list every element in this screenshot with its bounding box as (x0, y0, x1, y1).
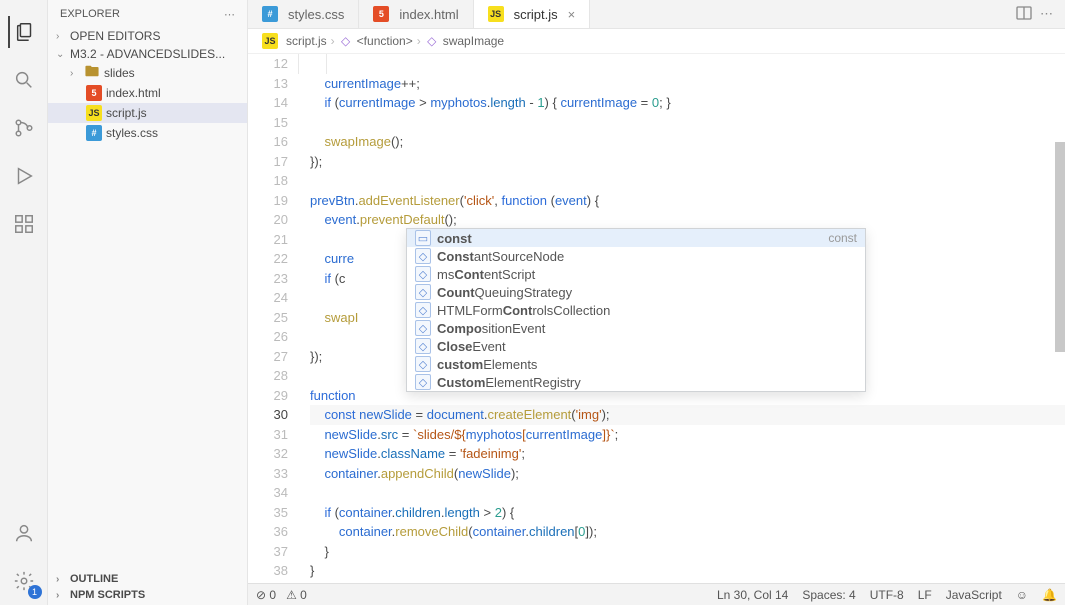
sidebar-more-icon[interactable]: ⋯ (224, 8, 235, 21)
warnings-count[interactable]: ⚠ 0 (286, 588, 307, 602)
main-area: #styles.css 5index.html JSscript.js× ⋯ J… (248, 0, 1065, 605)
npm-scripts-section[interactable]: ›NPM SCRIPTS (48, 587, 247, 603)
source-control-icon[interactable] (8, 112, 40, 144)
suggest-kind-icon: ▭ (415, 230, 431, 246)
suggest-item[interactable]: ◇HTMLFormControlsCollection (407, 301, 865, 319)
folder-icon: 🖿 (84, 65, 100, 81)
encoding[interactable]: UTF-8 (870, 588, 904, 602)
file-styles-css[interactable]: #styles.css (48, 123, 247, 143)
notifications-icon[interactable]: 🔔 (1042, 588, 1057, 602)
suggest-item[interactable]: ◇CompositionEvent (407, 319, 865, 337)
breadcrumb[interactable]: JS script.js › ◇ <function> › ◇ swapImag… (248, 29, 1065, 54)
folder-slides[interactable]: ›🖿slides (48, 63, 247, 83)
method-icon: ◇ (339, 34, 353, 48)
errors-count[interactable]: ⊘ 0 (256, 588, 276, 602)
html-icon: 5 (86, 85, 102, 101)
run-debug-icon[interactable] (8, 160, 40, 192)
search-icon[interactable] (8, 64, 40, 96)
js-icon: JS (488, 6, 504, 22)
extensions-icon[interactable] (8, 208, 40, 240)
files-icon[interactable] (8, 16, 40, 48)
suggest-kind-icon: ◇ (415, 320, 431, 336)
file-script-js[interactable]: JSscript.js (48, 103, 247, 123)
code-editor[interactable]: 1213141516171819202122232425262728293031… (248, 54, 1065, 583)
suggest-kind-icon: ◇ (415, 374, 431, 390)
chevron-right-icon: › (331, 34, 335, 48)
suggest-kind-icon: ◇ (415, 248, 431, 264)
tab-styles-css[interactable]: #styles.css (248, 0, 359, 28)
suggest-item[interactable]: ◇customElements (407, 355, 865, 373)
split-editor-icon[interactable] (1016, 5, 1032, 24)
suggest-item[interactable]: ▭constconst (407, 229, 865, 247)
activity-bar (0, 0, 48, 605)
suggest-kind-icon: ◇ (415, 338, 431, 354)
line-numbers: 1213141516171819202122232425262728293031… (248, 54, 298, 583)
sidebar-title: EXPLORER (60, 8, 120, 21)
tab-script-js[interactable]: JSscript.js× (474, 0, 591, 28)
file-index-html[interactable]: 5index.html (48, 83, 247, 103)
suggest-item[interactable]: ◇msContentScript (407, 265, 865, 283)
explorer-sidebar: EXPLORER ⋯ ›OPEN EDITORS ⌄M3.2 - ADVANCE… (48, 0, 248, 605)
css-icon: # (86, 125, 102, 141)
project-section[interactable]: ⌄M3.2 - ADVANCEDSLIDES... (48, 45, 247, 63)
js-icon: JS (86, 105, 102, 121)
suggest-kind-icon: ◇ (415, 284, 431, 300)
chevron-right-icon: › (417, 34, 421, 48)
account-icon[interactable] (8, 517, 40, 549)
suggest-item[interactable]: ◇CloseEvent (407, 337, 865, 355)
more-actions-icon[interactable]: ⋯ (1040, 6, 1053, 22)
close-icon[interactable]: × (568, 7, 576, 22)
editor-title-actions: ⋯ (1004, 0, 1065, 28)
sidebar-header: EXPLORER ⋯ (48, 0, 247, 25)
scrollbar-thumb[interactable] (1055, 142, 1065, 352)
intellisense-popup[interactable]: ▭constconst◇ConstantSourceNode◇msContent… (406, 228, 866, 392)
settings-icon[interactable] (8, 565, 40, 597)
js-icon: JS (262, 33, 278, 49)
suggest-kind-icon: ◇ (415, 356, 431, 372)
suggest-kind-icon: ◇ (415, 302, 431, 318)
tab-index-html[interactable]: 5index.html (359, 0, 473, 28)
method-icon: ◇ (425, 34, 439, 48)
editor-tabs: #styles.css 5index.html JSscript.js× ⋯ (248, 0, 1065, 29)
language-mode[interactable]: JavaScript (946, 588, 1002, 602)
suggest-item[interactable]: ◇ConstantSourceNode (407, 247, 865, 265)
html-icon: 5 (373, 6, 389, 22)
scrollbar[interactable] (1055, 54, 1065, 583)
suggest-item[interactable]: ◇CountQueuingStrategy (407, 283, 865, 301)
eol[interactable]: LF (918, 588, 932, 602)
css-icon: # (262, 6, 278, 22)
indentation[interactable]: Spaces: 4 (802, 588, 855, 602)
open-editors-section[interactable]: ›OPEN EDITORS (48, 27, 247, 45)
outline-section[interactable]: ›OUTLINE (48, 571, 247, 587)
feedback-icon[interactable]: ☺ (1016, 588, 1028, 602)
explorer-tree: ›OPEN EDITORS ⌄M3.2 - ADVANCEDSLIDES... … (48, 25, 247, 145)
suggest-kind-icon: ◇ (415, 266, 431, 282)
suggest-item[interactable]: ◇CustomElementRegistry (407, 373, 865, 391)
cursor-position[interactable]: Ln 30, Col 14 (717, 588, 788, 602)
status-bar: ⊘ 0 ⚠ 0 Ln 30, Col 14 Spaces: 4 UTF-8 LF… (248, 583, 1065, 605)
